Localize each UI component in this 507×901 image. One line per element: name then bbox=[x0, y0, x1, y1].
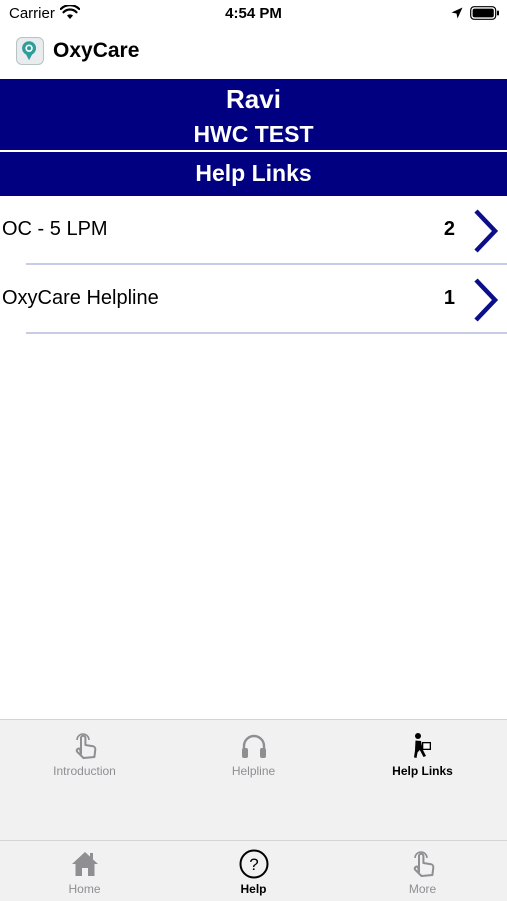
tab-more[interactable]: More bbox=[338, 848, 507, 896]
home-icon bbox=[71, 852, 98, 876]
tab-home[interactable]: Home bbox=[0, 848, 169, 896]
app-title: OxyCare bbox=[53, 39, 140, 62]
headphones-icon bbox=[241, 734, 266, 758]
list-item[interactable]: OC - 5 LPM 2 bbox=[0, 196, 507, 265]
status-time: 4:54 PM bbox=[225, 5, 282, 22]
tab-label: Home bbox=[68, 882, 101, 896]
hand-pointer-icon bbox=[413, 851, 434, 877]
chevron-right-icon[interactable] bbox=[471, 208, 499, 254]
tab-helpline[interactable]: Helpline bbox=[169, 730, 338, 778]
list-item-count: 1 bbox=[443, 287, 455, 309]
facility-name: HWC TEST bbox=[193, 121, 314, 147]
section-title: Help Links bbox=[195, 160, 312, 186]
battery-icon bbox=[470, 6, 499, 20]
help-links-list: OC - 5 LPM 2 OxyCare Helpline 1 bbox=[0, 196, 507, 334]
user-header: Ravi HWC TEST Help Links bbox=[0, 79, 507, 196]
tab-label: Introduction bbox=[53, 764, 116, 778]
tab-help[interactable]: ? Help bbox=[169, 848, 338, 896]
app-logo-icon bbox=[16, 37, 44, 65]
tab-label: Helpline bbox=[231, 764, 276, 778]
tab-label: Help Links bbox=[392, 764, 453, 778]
tab-help-links[interactable]: Help Links bbox=[338, 730, 507, 778]
header-divider bbox=[0, 150, 507, 152]
location-arrow-icon bbox=[451, 7, 463, 19]
main-tab-bar: Home ? Help More bbox=[0, 840, 507, 901]
status-bar: Carrier 4:54 PM bbox=[0, 0, 507, 28]
chevron-right-icon[interactable] bbox=[471, 277, 499, 323]
hand-pointer-icon bbox=[75, 733, 96, 759]
person-carrying-box-icon bbox=[413, 733, 431, 758]
list-item[interactable]: OxyCare Helpline 1 bbox=[0, 265, 507, 334]
tab-label: More bbox=[408, 882, 437, 896]
tab-introduction[interactable]: Introduction bbox=[0, 730, 169, 778]
tab-label: Help bbox=[240, 882, 267, 896]
list-item-label: OC - 5 LPM bbox=[2, 218, 108, 240]
list-item-label: OxyCare Helpline bbox=[2, 287, 159, 309]
svg-text:?: ? bbox=[249, 855, 258, 874]
sub-tab-bar: Introduction Helpline Help Links bbox=[0, 719, 507, 840]
question-circle-icon: ? bbox=[239, 849, 268, 879]
user-name: Ravi bbox=[226, 84, 281, 114]
list-item-count: 2 bbox=[443, 218, 455, 240]
app-bar: OxyCare bbox=[0, 30, 507, 76]
list-separator bbox=[26, 332, 507, 334]
